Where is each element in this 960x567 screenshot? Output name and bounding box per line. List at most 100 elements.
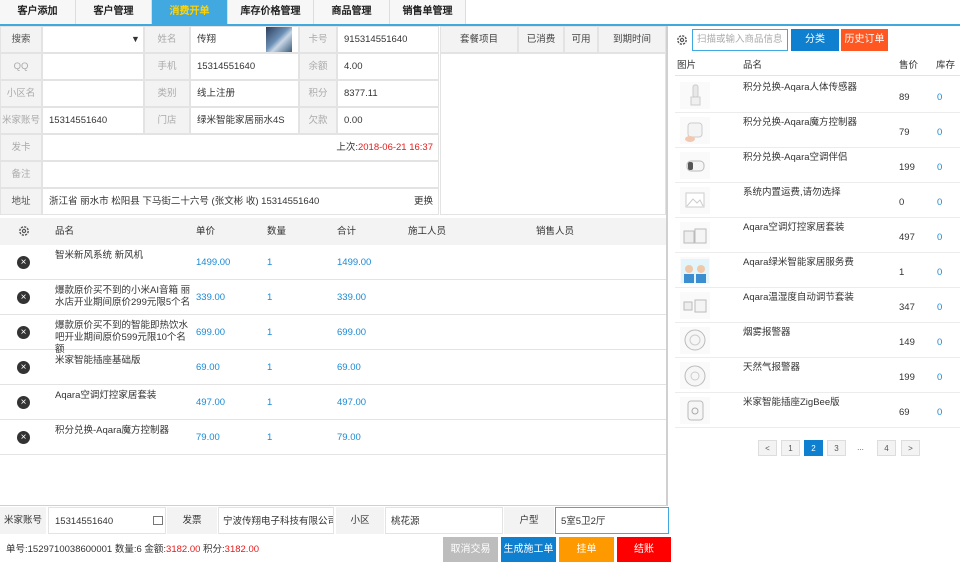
list-item[interactable]: Aqara空调灯控家居套装 497 0 xyxy=(675,218,960,253)
product-search-input[interactable]: 扫描或输入商品信息 xyxy=(692,29,788,51)
search-label: 搜索 xyxy=(0,26,42,53)
item-total: 79.00 xyxy=(337,432,361,443)
community-field xyxy=(42,80,144,107)
product-stock: 0 xyxy=(937,92,943,103)
product-header-stock: 库存 xyxy=(936,60,956,71)
list-item[interactable]: 天然气报警器 199 0 xyxy=(675,358,960,393)
tab-consume-order[interactable]: 消费开单 xyxy=(152,0,228,24)
settings-gear-icon[interactable] xyxy=(17,224,31,238)
note-field[interactable] xyxy=(42,161,439,188)
tab-product-manage[interactable]: 商品管理 xyxy=(314,0,390,24)
type-value: 线上注册 xyxy=(190,80,299,107)
phone-value: 15314551640 xyxy=(190,53,299,80)
product-price: 199 xyxy=(899,372,915,383)
product-stock: 0 xyxy=(937,407,943,418)
mi-account-label: 米家账号 xyxy=(0,107,42,134)
checkout-button[interactable]: 结账 xyxy=(617,537,671,562)
pagination-page-4[interactable]: 4 xyxy=(877,440,896,456)
product-stock: 0 xyxy=(937,232,943,243)
item-price[interactable]: 497.00 xyxy=(196,385,225,420)
product-name: 烟雾报警器 xyxy=(743,327,791,338)
list-item[interactable]: 米家智能插座ZigBee版 69 0 xyxy=(675,393,960,428)
pagination-page-2[interactable]: 2 xyxy=(804,440,823,456)
product-thumbnail xyxy=(680,82,710,109)
list-item[interactable]: 烟雾报警器 149 0 xyxy=(675,323,960,358)
item-price[interactable]: 699.00 xyxy=(196,315,225,350)
card-issue-label: 发卡 xyxy=(0,134,42,161)
qq-label: QQ xyxy=(0,53,42,80)
product-thumbnail xyxy=(680,117,710,144)
product-thumbnail xyxy=(680,327,710,354)
count-value: 6 xyxy=(136,544,142,555)
list-item[interactable]: Aqara绿米智能家居服务费 1 0 xyxy=(675,253,960,288)
item-qty[interactable]: 1 xyxy=(267,420,272,455)
remove-item-icon[interactable]: × xyxy=(17,291,30,304)
pagination-next[interactable]: > xyxy=(901,440,920,456)
product-thumbnail xyxy=(680,292,710,319)
product-name: 系统内置运费,请勿选择 xyxy=(743,187,841,198)
product-stock: 0 xyxy=(937,197,943,208)
gear-icon[interactable] xyxy=(675,33,689,47)
item-price[interactable]: 1499.00 xyxy=(196,245,230,280)
product-stock: 0 xyxy=(937,127,943,138)
remove-item-icon[interactable]: × xyxy=(17,361,30,374)
last-visit: 上次:2018-06-21 16:37 xyxy=(42,134,439,161)
tab-customer-manage[interactable]: 客户管理 xyxy=(76,0,152,24)
mi-account-value: 15314551640 xyxy=(42,107,144,134)
qq-field xyxy=(42,53,144,80)
item-price[interactable]: 69.00 xyxy=(196,350,220,385)
pagination-page-3[interactable]: 3 xyxy=(827,440,846,456)
remove-item-icon[interactable]: × xyxy=(17,431,30,444)
item-total: 69.00 xyxy=(337,362,361,373)
change-address-link[interactable]: 更换 xyxy=(414,188,433,215)
pagination-page-1[interactable]: 1 xyxy=(781,440,800,456)
hold-order-button[interactable]: 挂单 xyxy=(559,537,614,562)
list-item[interactable]: 积分兑换-Aqara人体传感器 89 0 xyxy=(675,78,960,113)
tab-customer-add[interactable]: 客户添加 xyxy=(0,0,76,24)
item-qty[interactable]: 1 xyxy=(267,280,272,315)
footer-invoice-label: 发票 xyxy=(167,507,217,534)
list-item[interactable]: Aqara温湿度自动调节套装 347 0 xyxy=(675,288,960,323)
table-row: × 积分兑换-Aqara魔方控制器 79.00 1 79.00 xyxy=(0,420,666,455)
item-price[interactable]: 79.00 xyxy=(196,420,220,455)
amount-value: 3182.00 xyxy=(166,544,201,555)
items-header-name: 品名 xyxy=(55,218,75,245)
debt-value: 0.00 xyxy=(337,107,439,134)
pagination-prev[interactable]: < xyxy=(758,440,777,456)
remove-item-icon[interactable]: × xyxy=(17,256,30,269)
generate-work-order-button[interactable]: 生成施工单 xyxy=(501,537,556,562)
tab-sales-manage[interactable]: 销售单管理 xyxy=(390,0,466,24)
history-orders-button[interactable]: 历史订单 xyxy=(841,29,888,51)
type-label: 类别 xyxy=(144,80,190,107)
item-price[interactable]: 339.00 xyxy=(196,280,225,315)
panel-divider xyxy=(666,26,668,506)
item-qty[interactable]: 1 xyxy=(267,350,272,385)
note-label: 备注 xyxy=(0,161,42,188)
item-name: 爆款原价买不到的小米AI音箱 丽水店开业期间原价299元限5个名 xyxy=(55,285,191,308)
product-price: 1 xyxy=(899,267,905,278)
address-label: 地址 xyxy=(0,188,42,215)
customer-avatar xyxy=(266,27,292,52)
house-type-input[interactable]: 5室5卫2厅 xyxy=(555,507,669,534)
item-qty[interactable]: 1 xyxy=(267,385,272,420)
footer-community-value: 桃花源 xyxy=(385,507,503,534)
product-name: 米家智能插座ZigBee版 xyxy=(743,397,840,408)
product-thumbnail xyxy=(680,222,710,249)
list-item[interactable]: 系统内置运费,请勿选择 0 0 xyxy=(675,183,960,218)
cancel-transaction-button[interactable]: 取消交易 xyxy=(443,537,498,562)
list-item[interactable]: 积分兑换-Aqara空调伴侣 199 0 xyxy=(675,148,960,183)
item-qty[interactable]: 1 xyxy=(267,315,272,350)
remove-item-icon[interactable]: × xyxy=(17,326,30,339)
footer-invoice-value: 宁波传翔电子科技有限公司 xyxy=(218,507,334,534)
remove-item-icon[interactable]: × xyxy=(17,396,30,409)
tab-stock-price[interactable]: 库存价格管理 xyxy=(228,0,314,24)
dropdown-arrow-icon[interactable]: ▼ xyxy=(128,26,143,53)
item-qty[interactable]: 1 xyxy=(267,245,272,280)
category-button[interactable]: 分类 xyxy=(791,29,839,51)
package-header-expiry: 到期时间 xyxy=(598,26,666,53)
list-item[interactable]: 积分兑换-Aqara魔方控制器 79 0 xyxy=(675,113,960,148)
order-no-label: 单号: xyxy=(6,544,28,555)
keyboard-icon[interactable] xyxy=(153,516,163,525)
product-name: Aqara绿米智能家居服务费 xyxy=(743,257,854,268)
product-price: 149 xyxy=(899,337,915,348)
